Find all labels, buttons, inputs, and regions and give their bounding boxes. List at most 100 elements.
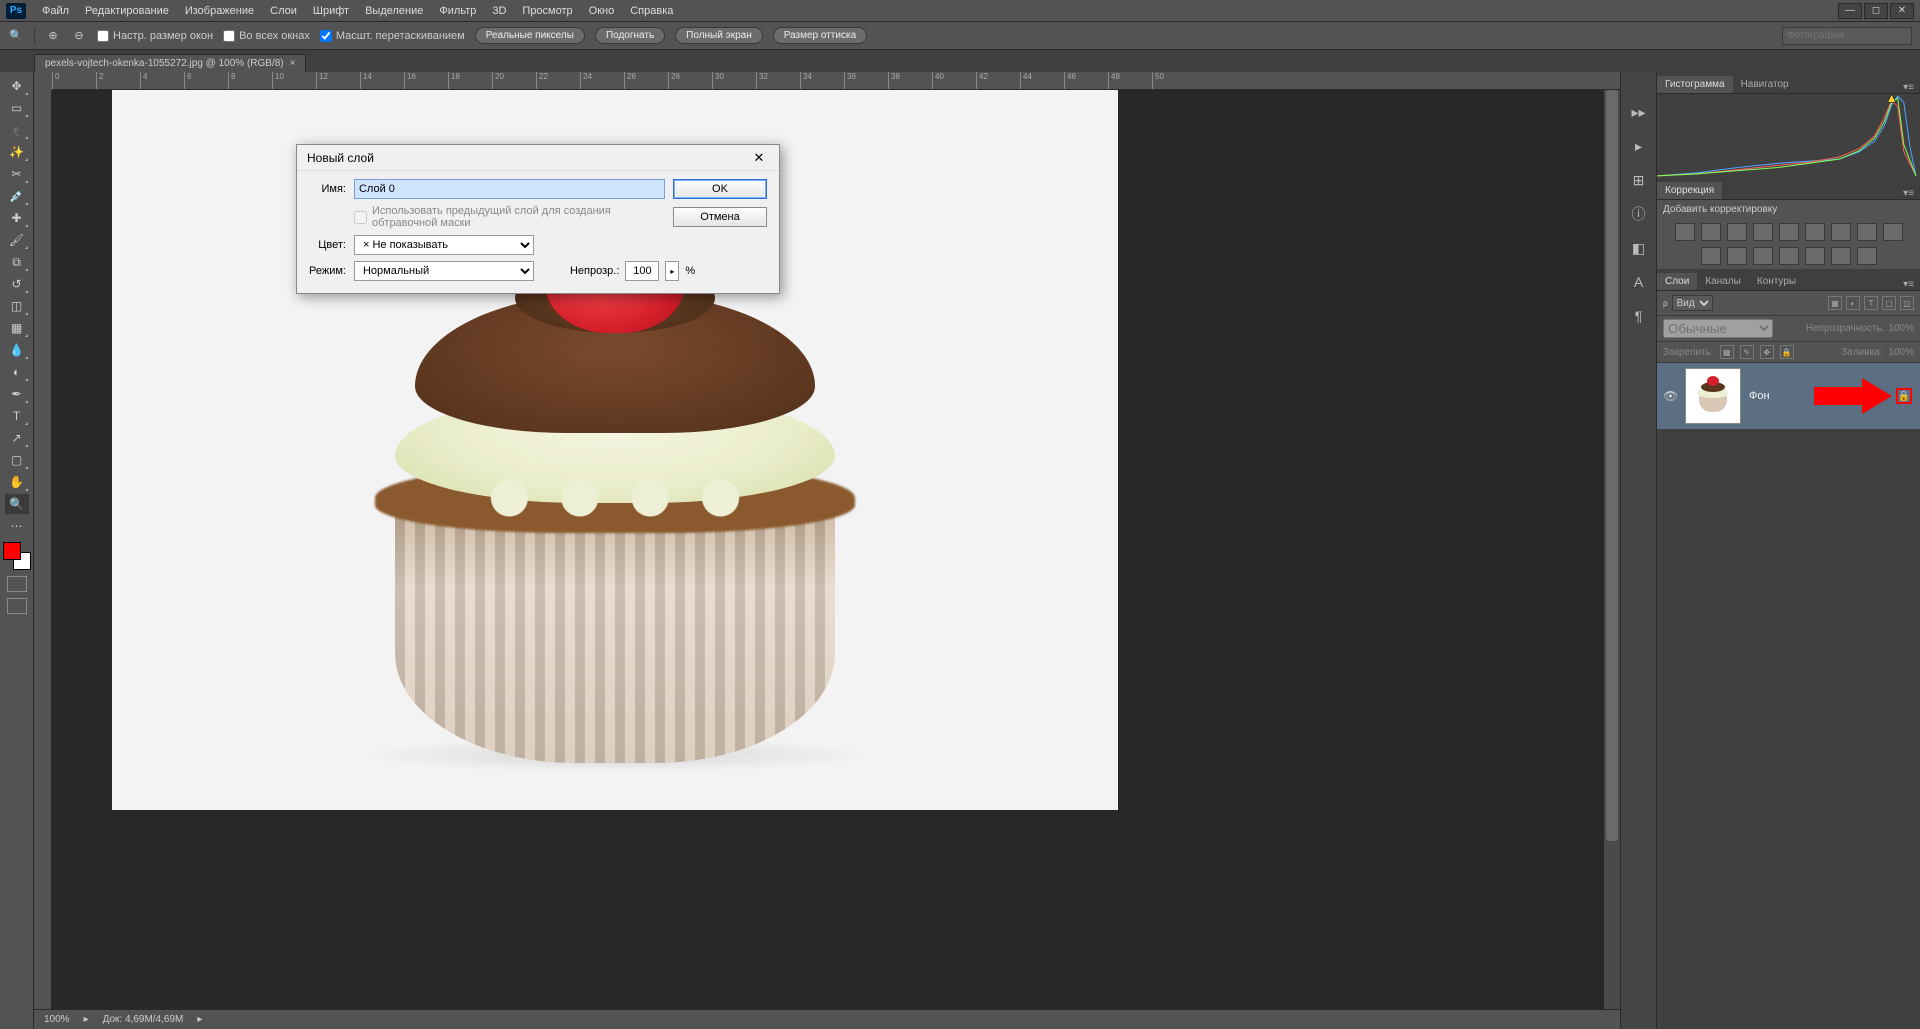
zoom-tool-icon[interactable]: 🔍: [8, 28, 24, 44]
blur-tool[interactable]: 💧: [5, 340, 29, 360]
adj-curves-icon[interactable]: [1727, 223, 1747, 241]
fg-color-swatch[interactable]: [3, 542, 21, 560]
adj-posterize-icon[interactable]: [1779, 247, 1799, 265]
ok-button[interactable]: OK: [673, 179, 767, 199]
layer-name-input[interactable]: [354, 179, 665, 199]
zoom-tool[interactable]: 🔍: [5, 494, 29, 514]
paragraph-icon[interactable]: ¶: [1629, 306, 1649, 326]
dodge-tool[interactable]: ◐: [5, 362, 29, 382]
document-tab-close-icon[interactable]: ×: [290, 58, 296, 69]
layers-menu-icon[interactable]: ▾≡: [1897, 279, 1920, 290]
document-tab[interactable]: pexels-vojtech-okenka-1055272.jpg @ 100%…: [34, 54, 306, 72]
mode-select[interactable]: Нормальный: [354, 261, 534, 281]
crop-tool[interactable]: ✂: [5, 164, 29, 184]
adj-hue-icon[interactable]: [1805, 223, 1825, 241]
histogram-tab[interactable]: Гистограмма: [1657, 76, 1733, 93]
menu-edit[interactable]: Редактирование: [77, 2, 177, 20]
adj-threshold-icon[interactable]: [1805, 247, 1825, 265]
zoom-value[interactable]: 100%: [44, 1014, 70, 1025]
shape-tool[interactable]: ▢: [5, 450, 29, 470]
actual-pixels-button[interactable]: Реальные пикселы: [475, 27, 585, 44]
layer-item-background[interactable]: 👁 Фон 🔒: [1657, 363, 1920, 429]
menu-select[interactable]: Выделение: [357, 2, 431, 20]
color-swatches[interactable]: [3, 542, 31, 570]
filter-image-icon[interactable]: ▦: [1828, 296, 1842, 310]
layer-thumbnail[interactable]: [1685, 368, 1741, 424]
adj-lookup-icon[interactable]: [1727, 247, 1747, 265]
print-size-button[interactable]: Размер оттиска: [773, 27, 867, 44]
menu-3d[interactable]: 3D: [484, 2, 514, 20]
corrections-tab[interactable]: Коррекция: [1657, 182, 1722, 199]
gradient-tool[interactable]: ▦: [5, 318, 29, 338]
fill-value[interactable]: 100%: [1888, 347, 1914, 358]
fit-screen-button[interactable]: Подогнать: [595, 27, 665, 44]
history-brush-tool[interactable]: ↺: [5, 274, 29, 294]
brush-tool[interactable]: 🖌: [5, 230, 29, 250]
filter-type-icon[interactable]: T: [1864, 296, 1878, 310]
adj-brightness-icon[interactable]: [1675, 223, 1695, 241]
layer-visibility-icon[interactable]: 👁: [1663, 389, 1677, 403]
stamp-tool[interactable]: ⧉: [5, 252, 29, 272]
menu-image[interactable]: Изображение: [177, 2, 262, 20]
paths-tab[interactable]: Контуры: [1749, 273, 1804, 290]
eraser-tool[interactable]: ◫: [5, 296, 29, 316]
lock-pixels-icon[interactable]: ▦: [1720, 345, 1734, 359]
quick-mask-button[interactable]: [7, 576, 27, 592]
panel-menu-icon[interactable]: ▾≡: [1897, 82, 1920, 93]
menu-file[interactable]: Файл: [34, 2, 77, 20]
menu-help[interactable]: Справка: [622, 2, 681, 20]
properties-icon[interactable]: ⊞: [1629, 170, 1649, 190]
edit-toolbar[interactable]: ⋯: [5, 516, 29, 536]
layers-tab[interactable]: Слои: [1657, 273, 1697, 290]
hand-tool[interactable]: ✋: [5, 472, 29, 492]
menu-filter[interactable]: Фильтр: [431, 2, 484, 20]
filter-kind-select[interactable]: Вид: [1672, 295, 1713, 311]
adj-selective-icon[interactable]: [1857, 247, 1877, 265]
menu-window[interactable]: Окно: [581, 2, 623, 20]
screen-mode-button[interactable]: [7, 598, 27, 614]
adj-invert-icon[interactable]: [1753, 247, 1773, 265]
resize-windows-checkbox[interactable]: Настр. размер окон: [97, 30, 213, 42]
zoom-flyout-icon[interactable]: ▸: [84, 1014, 89, 1025]
scrubby-zoom-checkbox[interactable]: Масшт. перетаскиванием: [320, 30, 465, 42]
opacity-input[interactable]: [625, 261, 659, 281]
eyedropper-tool[interactable]: 💉: [5, 186, 29, 206]
close-button[interactable]: ✕: [1890, 3, 1914, 19]
menu-layer[interactable]: Слои: [262, 2, 305, 20]
adj-gradient-map-icon[interactable]: [1831, 247, 1851, 265]
zoom-out-icon[interactable]: ⊖: [71, 28, 87, 44]
adj-vibrance-icon[interactable]: [1779, 223, 1799, 241]
blend-mode-select[interactable]: Обычные: [1663, 319, 1773, 338]
fill-screen-button[interactable]: Полный экран: [675, 27, 763, 44]
filter-shape-icon[interactable]: ▢: [1882, 296, 1896, 310]
dialog-close-icon[interactable]: ✕: [749, 148, 769, 168]
opacity-value[interactable]: 100%: [1888, 323, 1914, 334]
zoom-in-icon[interactable]: ⊕: [45, 28, 61, 44]
opacity-flyout-icon[interactable]: ▸: [665, 261, 679, 281]
lock-move-icon[interactable]: ✥: [1760, 345, 1774, 359]
adj-levels-icon[interactable]: [1701, 223, 1721, 241]
adj-exposure-icon[interactable]: [1753, 223, 1773, 241]
character-icon[interactable]: A: [1629, 272, 1649, 292]
dialog-titlebar[interactable]: Новый слой ✕: [297, 145, 779, 171]
lock-position-icon[interactable]: ✎: [1740, 345, 1754, 359]
actions-icon[interactable]: ▸: [1629, 136, 1649, 156]
history-icon[interactable]: ▸▸: [1629, 102, 1649, 122]
navigator-tab[interactable]: Навигатор: [1733, 76, 1797, 93]
move-tool[interactable]: ✥: [5, 76, 29, 96]
doc-flyout-icon[interactable]: ▸: [197, 1014, 202, 1025]
cancel-button[interactable]: Отмена: [673, 207, 767, 227]
all-windows-checkbox[interactable]: Во всех окнах: [223, 30, 310, 42]
adj-bw-icon[interactable]: [1857, 223, 1877, 241]
search-input[interactable]: [1782, 27, 1912, 45]
menu-type[interactable]: Шрифт: [305, 2, 357, 20]
marquee-tool[interactable]: ▭: [5, 98, 29, 118]
magic-wand-tool[interactable]: ✨: [5, 142, 29, 162]
corrections-menu-icon[interactable]: ▾≡: [1897, 188, 1920, 199]
minimize-button[interactable]: —: [1838, 3, 1862, 19]
type-tool[interactable]: T: [5, 406, 29, 426]
maximize-button[interactable]: ◻: [1864, 3, 1888, 19]
color-icon[interactable]: ◧: [1629, 238, 1649, 258]
pen-tool[interactable]: ✒: [5, 384, 29, 404]
adj-balance-icon[interactable]: [1831, 223, 1851, 241]
